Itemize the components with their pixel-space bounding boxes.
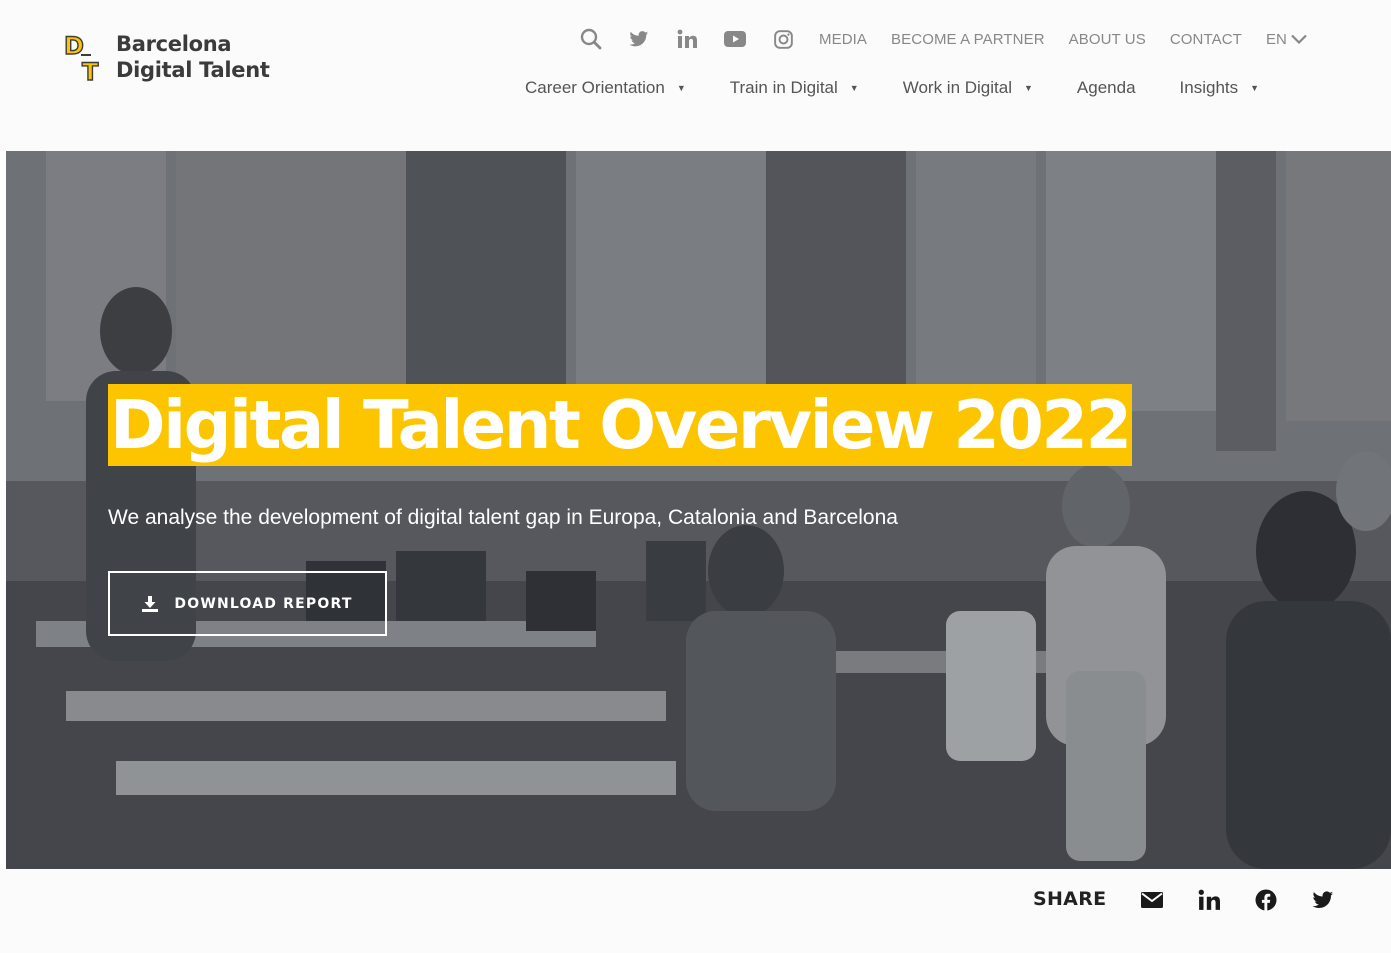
instagram-icon[interactable] (771, 27, 795, 51)
nav-link-about-us[interactable]: ABOUT US (1069, 31, 1146, 48)
hero-title-highlight: Digital Talent Overview 2022 (108, 384, 1132, 466)
svg-text:D: D (64, 32, 84, 60)
main-nav-label: Train in Digital (729, 78, 838, 97)
caret-down-icon: ▼ (1250, 83, 1260, 93)
main-nav-label: Career Orientation (525, 78, 665, 97)
main-nav-agenda[interactable]: Agenda (1077, 78, 1136, 98)
brand-name: Barcelona Digital Talent (116, 31, 270, 83)
site-header: D T Barcelona Digital Talent MEDIA BECOM… (0, 0, 1391, 151)
svg-text:T: T (82, 58, 99, 84)
main-nav-label: Agenda (1076, 78, 1136, 97)
language-label: EN (1265, 30, 1287, 48)
hero-subtitle: We analyse the development of digital ta… (108, 506, 898, 529)
linkedin-icon[interactable] (675, 27, 699, 51)
chevron-down-icon (1291, 34, 1307, 44)
share-icons (1138, 887, 1337, 913)
nav-link-become-partner[interactable]: BECOME A PARTNER (891, 31, 1045, 48)
search-icon[interactable] (579, 27, 603, 51)
logo-mark: D T (62, 30, 108, 86)
share-label: SHARE (1033, 888, 1107, 910)
brand-name-line2: Digital Talent (116, 58, 270, 82)
email-icon[interactable] (1138, 887, 1166, 913)
share-bar: SHARE (0, 869, 1391, 953)
main-nav-label: Work in Digital (902, 78, 1012, 97)
linkedin-icon[interactable] (1195, 887, 1223, 913)
download-icon (142, 595, 159, 612)
facebook-icon[interactable] (1252, 887, 1280, 913)
main-nav: Career Orientation ▼ Train in Digital ▼ … (525, 76, 1303, 100)
main-nav-career-orientation[interactable]: Career Orientation ▼ (525, 78, 686, 98)
download-report-button[interactable]: DOWNLOAD REPORT (108, 571, 387, 636)
main-nav-work-in-digital[interactable]: Work in Digital ▼ (903, 78, 1033, 98)
twitter-icon[interactable] (1309, 887, 1337, 913)
top-utility-nav: MEDIA BECOME A PARTNER ABOUT US CONTACT … (567, 24, 1319, 54)
twitter-icon[interactable] (627, 27, 651, 51)
main-nav-insights[interactable]: Insights ▼ (1180, 78, 1260, 98)
nav-link-contact[interactable]: CONTACT (1170, 31, 1242, 48)
caret-down-icon: ▼ (849, 83, 859, 93)
brand-name-line1: Barcelona (116, 32, 232, 56)
brand-logo[interactable]: D T Barcelona Digital Talent (62, 30, 270, 86)
main-nav-label: Insights (1179, 78, 1239, 97)
hero-title: Digital Talent Overview 2022 (110, 386, 1132, 464)
caret-down-icon: ▼ (1024, 83, 1033, 93)
youtube-icon[interactable] (723, 27, 747, 51)
hero-banner: Digital Talent Overview 2022 We analyse … (6, 151, 1391, 869)
caret-down-icon: ▼ (676, 83, 686, 93)
language-selector[interactable]: EN (1266, 31, 1307, 48)
download-report-label: DOWNLOAD REPORT (174, 595, 353, 612)
nav-link-media[interactable]: MEDIA (819, 31, 867, 48)
main-nav-train-in-digital[interactable]: Train in Digital ▼ (730, 78, 859, 98)
